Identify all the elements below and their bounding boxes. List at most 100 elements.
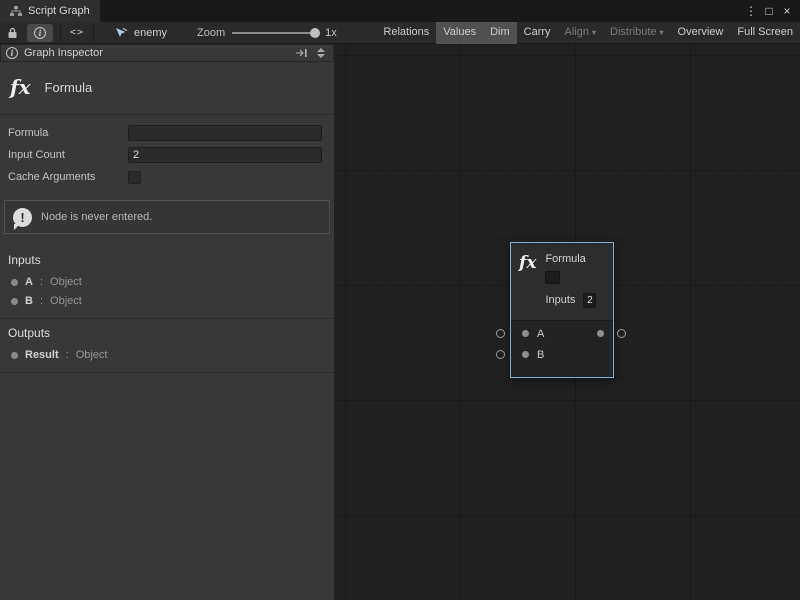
- inspector-node-title: Formula: [45, 80, 93, 95]
- formula-type-icon: fx: [10, 75, 31, 99]
- port-name: Result: [25, 349, 59, 361]
- port-separator: :: [40, 295, 43, 307]
- node-port-row-a: A: [511, 323, 613, 344]
- scroll-down-icon[interactable]: [317, 54, 325, 58]
- formula-node-icon: fx: [519, 255, 536, 308]
- inputs-heading: Inputs: [0, 246, 334, 273]
- zoom-slider-track: [232, 32, 314, 34]
- formula-field-input[interactable]: [128, 125, 322, 141]
- toolbar-button-distribute[interactable]: Distribute ▾: [603, 22, 670, 44]
- formula-field-row: Formula: [8, 124, 322, 142]
- toolbar-buttons: Relations Values Dim Carry Align▾ Distri…: [376, 22, 800, 44]
- formula-node-body: A B: [511, 320, 613, 377]
- cache-arguments-label: Cache Arguments: [8, 171, 128, 183]
- toolbar-button-values[interactable]: Values: [436, 22, 483, 44]
- port-name: A: [25, 276, 33, 288]
- window-menu-icon[interactable]: ⋮: [743, 1, 759, 21]
- lock-icon: [7, 27, 18, 39]
- port-a-dot[interactable]: [522, 330, 529, 337]
- graph-name-label: enemy: [134, 27, 167, 39]
- graph-inspector-panel: i Graph Inspector fx Formula Formula I: [0, 44, 335, 600]
- formula-node-input-count[interactable]: 2: [583, 293, 596, 308]
- input-count-input[interactable]: [128, 147, 322, 163]
- scroll-up-icon[interactable]: [317, 48, 325, 52]
- distribute-label: Distribute: [610, 26, 656, 38]
- output-port-row-result: Result : Object: [0, 346, 334, 365]
- window-close-icon[interactable]: ×: [779, 1, 795, 21]
- toolbar-button-dim[interactable]: Dim: [483, 22, 517, 44]
- input-port-row-b: B : Object: [0, 292, 334, 311]
- port-type: Object: [50, 276, 82, 288]
- port-name: B: [25, 295, 33, 307]
- tab-bar: Script Graph ⋮ □ ×: [0, 0, 800, 22]
- port-separator: :: [40, 276, 43, 288]
- port-b-dot[interactable]: [522, 351, 529, 358]
- toolbar-button-relations[interactable]: Relations: [376, 22, 436, 44]
- inspector-title: Graph Inspector: [24, 47, 103, 59]
- lock-button[interactable]: [0, 23, 24, 43]
- outputs-heading: Outputs: [0, 319, 334, 346]
- code-view-button[interactable]: <>: [65, 23, 89, 43]
- inspector-fields: Formula Input Count Cache Arguments: [0, 115, 334, 192]
- formula-node-inputs-row: Inputs 2: [545, 292, 596, 308]
- script-graph-icon: [10, 6, 22, 17]
- port-result-dot[interactable]: [597, 330, 604, 337]
- cache-arguments-row: Cache Arguments: [8, 168, 322, 186]
- input-count-label: Input Count: [8, 149, 128, 161]
- toolbar-button-carry[interactable]: Carry: [517, 22, 558, 44]
- dock-panel-icon[interactable]: [295, 48, 308, 58]
- toolbar-separator: [60, 22, 61, 44]
- formula-node-inputs-label: Inputs: [545, 294, 575, 306]
- graph-pointer-icon: [114, 27, 128, 39]
- port-dot-icon: [11, 352, 18, 359]
- align-label: Align: [565, 26, 589, 38]
- external-port-result[interactable]: [617, 329, 626, 338]
- zoom-label: Zoom: [197, 27, 225, 39]
- chevron-down-icon: ▾: [660, 28, 664, 37]
- formula-node[interactable]: fx Formula Inputs 2 A: [510, 242, 614, 378]
- zoom-slider[interactable]: [232, 27, 318, 39]
- graph-toolbar: i <> enemy Zoom 1x Relations Values Dim …: [0, 22, 800, 44]
- graph-canvas[interactable]: fx Formula Inputs 2 A: [335, 44, 800, 600]
- input-count-field-row: Input Count: [8, 146, 322, 164]
- warning-box: ! Node is never entered.: [4, 200, 330, 234]
- warning-icon: !: [13, 208, 32, 227]
- scroll-arrows[interactable]: [314, 48, 328, 58]
- port-dot-icon: [11, 298, 18, 305]
- info-icon: i: [34, 27, 46, 39]
- code-icon: <>: [70, 27, 84, 38]
- port-b-label: B: [537, 349, 544, 361]
- inspector-toggle-button[interactable]: i: [27, 24, 53, 42]
- formula-field-label: Formula: [8, 127, 128, 139]
- port-type: Object: [50, 295, 82, 307]
- formula-node-header: fx Formula Inputs 2: [511, 243, 613, 320]
- tab-title: Script Graph: [28, 5, 90, 17]
- window-maximize-icon[interactable]: □: [761, 1, 777, 21]
- port-a-label: A: [537, 328, 544, 340]
- window-controls: ⋮ □ ×: [743, 1, 800, 21]
- toolbar-button-overview[interactable]: Overview: [671, 22, 731, 44]
- port-dot-icon: [11, 279, 18, 286]
- inspector-header: i Graph Inspector: [0, 44, 334, 62]
- divider: [0, 372, 334, 373]
- formula-node-formula-input[interactable]: [545, 271, 560, 284]
- toolbar-separator: [93, 22, 94, 44]
- formula-node-title: Formula: [545, 253, 596, 266]
- zoom-value: 1x: [325, 27, 337, 39]
- tab-script-graph[interactable]: Script Graph: [0, 0, 100, 22]
- graph-breadcrumb[interactable]: enemy: [114, 27, 167, 39]
- port-separator: :: [66, 349, 69, 361]
- external-port-a[interactable]: [496, 329, 505, 338]
- external-port-b[interactable]: [496, 350, 505, 359]
- unity-script-graph-window: Script Graph ⋮ □ × i <> enemy: [0, 0, 800, 600]
- zoom-slider-thumb[interactable]: [310, 28, 320, 38]
- chevron-down-icon: ▾: [592, 28, 596, 37]
- node-header: fx Formula: [0, 62, 334, 114]
- info-icon: i: [6, 47, 18, 59]
- port-type: Object: [76, 349, 108, 361]
- cache-arguments-checkbox[interactable]: [128, 171, 141, 184]
- warning-text: Node is never entered.: [41, 211, 152, 223]
- node-port-row-b: B: [511, 344, 613, 365]
- toolbar-button-full-screen[interactable]: Full Screen: [730, 22, 800, 44]
- toolbar-button-align[interactable]: Align▾: [558, 22, 603, 44]
